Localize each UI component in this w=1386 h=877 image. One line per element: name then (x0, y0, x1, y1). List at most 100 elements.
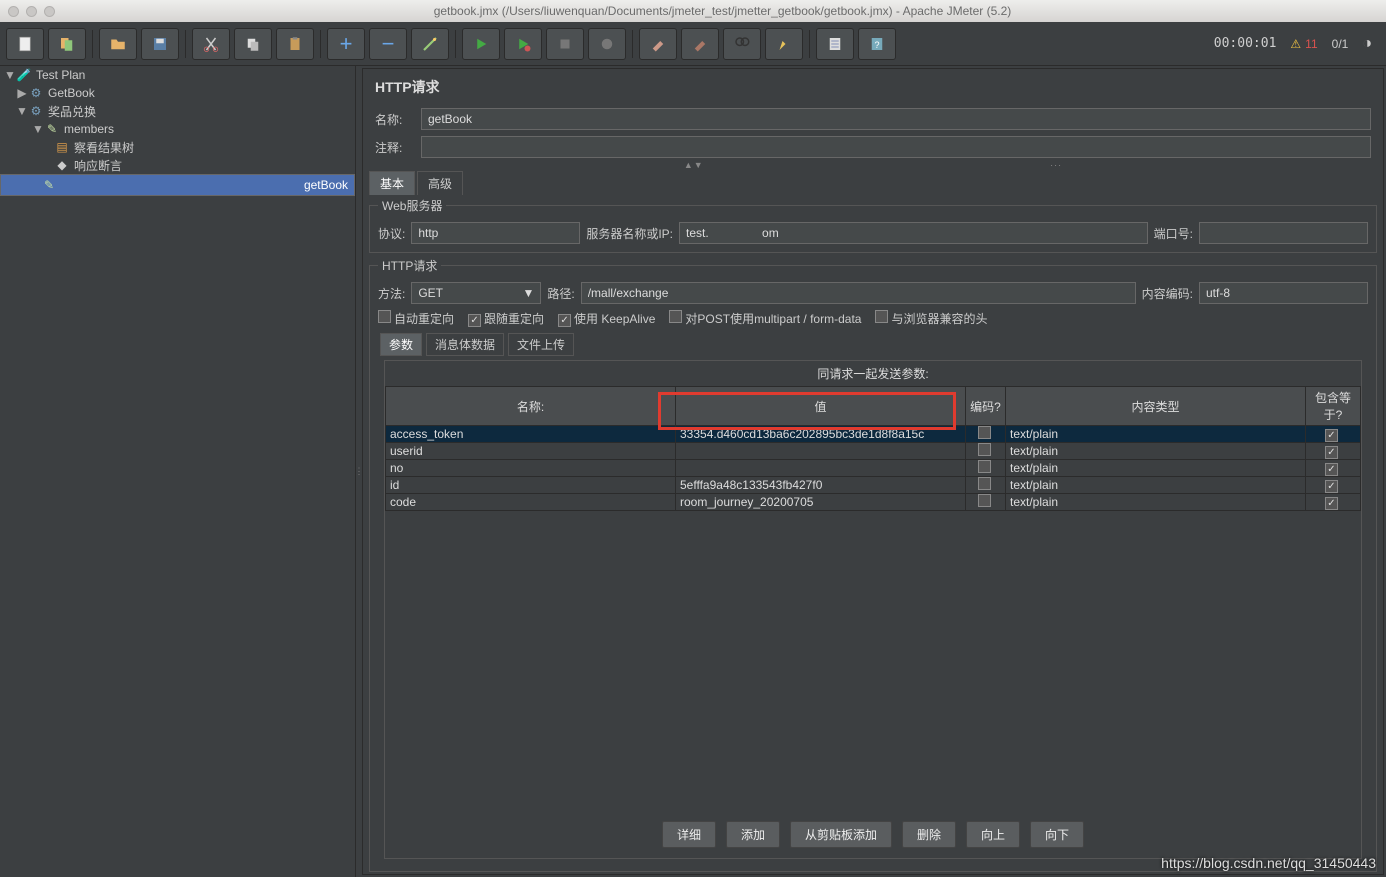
stop-button[interactable] (546, 28, 584, 60)
cell-value[interactable] (676, 443, 966, 460)
encode-checkbox[interactable] (978, 477, 991, 490)
test-plan-tree[interactable]: ▼🧪Test Plan ▶⚙GetBook ▼⚙奖品兑换 ▼✎members ▤… (0, 66, 356, 877)
cell-ctype[interactable]: text/plain (1006, 477, 1306, 494)
tree-node-getbook-sampler[interactable]: ✎getBook (0, 174, 355, 196)
params-tab[interactable]: 参数 (380, 333, 422, 356)
tab-basic[interactable]: 基本 (369, 171, 415, 195)
col-encode[interactable]: 编码? (966, 387, 1006, 426)
auto-redirect-checkbox[interactable] (378, 310, 391, 323)
warning-icon: ⚠ (1290, 37, 1301, 51)
cell-ctype[interactable]: text/plain (1006, 460, 1306, 477)
table-row[interactable]: userid text/plain (386, 443, 1361, 460)
mac-close-button[interactable] (8, 6, 19, 17)
window-title: getbook.jmx (/Users/liuwenquan/Documents… (67, 4, 1378, 18)
result-tree-icon: ▤ (54, 139, 70, 155)
collapse-icon[interactable]: ◑ (1362, 35, 1372, 53)
paste-button[interactable] (276, 28, 314, 60)
cell-name[interactable]: userid (386, 443, 676, 460)
encode-checkbox[interactable] (978, 494, 991, 507)
table-row[interactable]: coderoom_journey_20200705 text/plain (386, 494, 1361, 511)
save-button[interactable] (141, 28, 179, 60)
tree-node-testplan[interactable]: ▼🧪Test Plan (0, 66, 355, 84)
add-param-button[interactable]: 添加 (726, 821, 780, 848)
path-label: 路径: (547, 285, 574, 302)
cell-name[interactable]: code (386, 494, 676, 511)
params-table[interactable]: 名称: 值 编码? 内容类型 包含等于? access_token33354.d… (385, 386, 1361, 511)
port-input[interactable] (1199, 222, 1368, 244)
col-value[interactable]: 值 (676, 387, 966, 426)
cell-name[interactable]: id (386, 477, 676, 494)
cell-ctype[interactable]: text/plain (1006, 426, 1306, 443)
col-name[interactable]: 名称: (386, 387, 676, 426)
encode-checkbox[interactable] (978, 443, 991, 456)
mac-zoom-button[interactable] (44, 6, 55, 17)
bodydata-tab[interactable]: 消息体数据 (426, 333, 504, 356)
equals-checkbox[interactable] (1325, 446, 1338, 459)
cell-name[interactable]: access_token (386, 426, 676, 443)
equals-checkbox[interactable] (1325, 480, 1338, 493)
cell-value[interactable]: room_journey_20200705 (676, 494, 966, 511)
search-button[interactable] (723, 28, 761, 60)
templates-button[interactable] (48, 28, 86, 60)
clear-button[interactable] (639, 28, 677, 60)
start-button[interactable] (462, 28, 500, 60)
mac-minimize-button[interactable] (26, 6, 37, 17)
shutdown-button[interactable] (588, 28, 626, 60)
encode-checkbox[interactable] (978, 460, 991, 473)
keepalive-checkbox[interactable] (558, 314, 571, 327)
table-row[interactable]: access_token33354.d460cd13ba6c202895bc3d… (386, 426, 1361, 443)
cell-value[interactable]: 5efffa9a48c133543fb427f0 (676, 477, 966, 494)
name-input[interactable] (421, 108, 1371, 130)
new-button[interactable] (6, 28, 44, 60)
reset-search-button[interactable] (765, 28, 803, 60)
multipart-checkbox[interactable] (669, 310, 682, 323)
add-button[interactable]: + (327, 28, 365, 60)
movedown-button[interactable]: 向下 (1030, 821, 1084, 848)
equals-checkbox[interactable] (1325, 463, 1338, 476)
method-select[interactable]: GET▼ (411, 282, 541, 304)
cell-name[interactable]: no (386, 460, 676, 477)
help-button[interactable]: ? (858, 28, 896, 60)
equals-checkbox[interactable] (1325, 497, 1338, 510)
cell-value[interactable] (676, 460, 966, 477)
tree-node-prize[interactable]: ▼⚙奖品兑换 (0, 102, 355, 120)
copy-button[interactable] (234, 28, 272, 60)
encoding-input[interactable] (1199, 282, 1368, 304)
clear-all-button[interactable] (681, 28, 719, 60)
tree-node-members[interactable]: ▼✎members (0, 120, 355, 138)
assertion-icon: ◆ (54, 157, 70, 173)
beaker-icon: 🧪 (16, 67, 32, 83)
warning-counter[interactable]: ⚠11 (1290, 37, 1317, 51)
detail-button[interactable]: 详细 (662, 821, 716, 848)
col-equals[interactable]: 包含等于? (1306, 387, 1361, 426)
cell-ctype[interactable]: text/plain (1006, 494, 1306, 511)
tree-node-getbook-group[interactable]: ▶⚙GetBook (0, 84, 355, 102)
toggle-button[interactable] (411, 28, 449, 60)
delete-param-button[interactable]: 删除 (902, 821, 956, 848)
protocol-input[interactable] (411, 222, 580, 244)
encode-checkbox[interactable] (978, 426, 991, 439)
function-helper-button[interactable] (816, 28, 854, 60)
remove-button[interactable]: − (369, 28, 407, 60)
start-noTimers-button[interactable] (504, 28, 542, 60)
paste-param-button[interactable]: 从剪贴板添加 (790, 821, 892, 848)
comment-input[interactable] (421, 136, 1371, 158)
open-button[interactable] (99, 28, 137, 60)
path-input[interactable] (581, 282, 1136, 304)
cell-ctype[interactable]: text/plain (1006, 443, 1306, 460)
table-row[interactable]: no text/plain (386, 460, 1361, 477)
collapse-handle[interactable]: ▲▼ ··· (363, 161, 1383, 169)
equals-checkbox[interactable] (1325, 429, 1338, 442)
server-input[interactable] (679, 222, 1148, 244)
tree-node-assertion[interactable]: ◆响应断言 (0, 156, 355, 174)
cut-button[interactable] (192, 28, 230, 60)
tree-node-resulttree[interactable]: ▤察看结果树 (0, 138, 355, 156)
table-row[interactable]: id5efffa9a48c133543fb427f0 text/plain (386, 477, 1361, 494)
cell-value[interactable]: 33354.d460cd13ba6c202895bc3de1d8f8a15c (676, 426, 966, 443)
browser-headers-checkbox[interactable] (875, 310, 888, 323)
moveup-button[interactable]: 向上 (966, 821, 1020, 848)
tab-advanced[interactable]: 高级 (417, 171, 463, 195)
follow-redirect-checkbox[interactable] (468, 314, 481, 327)
fileupload-tab[interactable]: 文件上传 (508, 333, 574, 356)
col-ctype[interactable]: 内容类型 (1006, 387, 1306, 426)
